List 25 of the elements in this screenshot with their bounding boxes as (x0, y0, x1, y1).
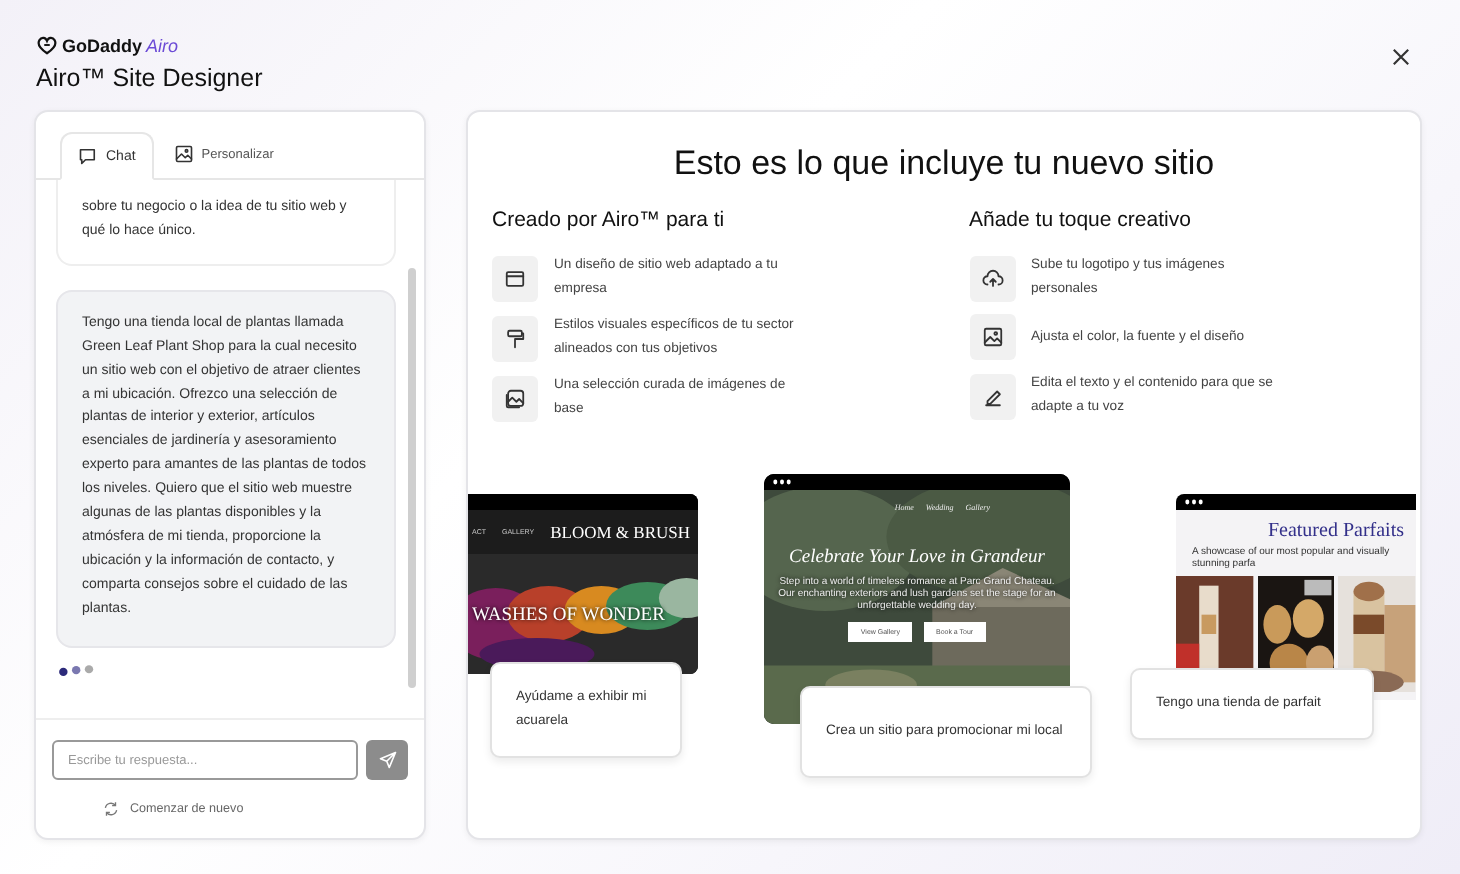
cloud-upload-icon (981, 267, 1003, 289)
window-dots-icon (1184, 498, 1204, 506)
window-dots-icon (772, 478, 792, 486)
paint-roller-icon (504, 327, 526, 349)
section-title: Esto es lo que incluye tu nuevo sitio (671, 144, 1217, 184)
paper-plane-icon (377, 750, 398, 770)
hero-headline: Celebrate Your Love in Grandeur (789, 548, 1045, 568)
column-heading: Añade tu toque creativo (969, 208, 1193, 232)
image-icon (173, 144, 194, 164)
pen-icon (981, 385, 1003, 407)
product-name: Airo (146, 35, 179, 55)
preview-heading: Featured Parfaits (1265, 518, 1406, 542)
photos-icon (504, 387, 526, 409)
column-heading: Creado por Airo™ para ti (492, 208, 727, 232)
close-icon (1392, 48, 1410, 66)
brand-name: BLOOM & BRUSH (550, 522, 690, 542)
image-icon (981, 326, 1003, 348)
logo-text: GoDaddy (62, 35, 143, 55)
heart-logo-icon (36, 34, 58, 56)
browser-window-icon (504, 267, 526, 289)
scrollbar-thumb[interactable] (408, 268, 416, 688)
send-button[interactable] (366, 740, 408, 780)
refresh-icon (102, 800, 120, 818)
chat-bubble-icon (78, 146, 98, 166)
page-title: Airo™ Site Designer (36, 64, 265, 92)
